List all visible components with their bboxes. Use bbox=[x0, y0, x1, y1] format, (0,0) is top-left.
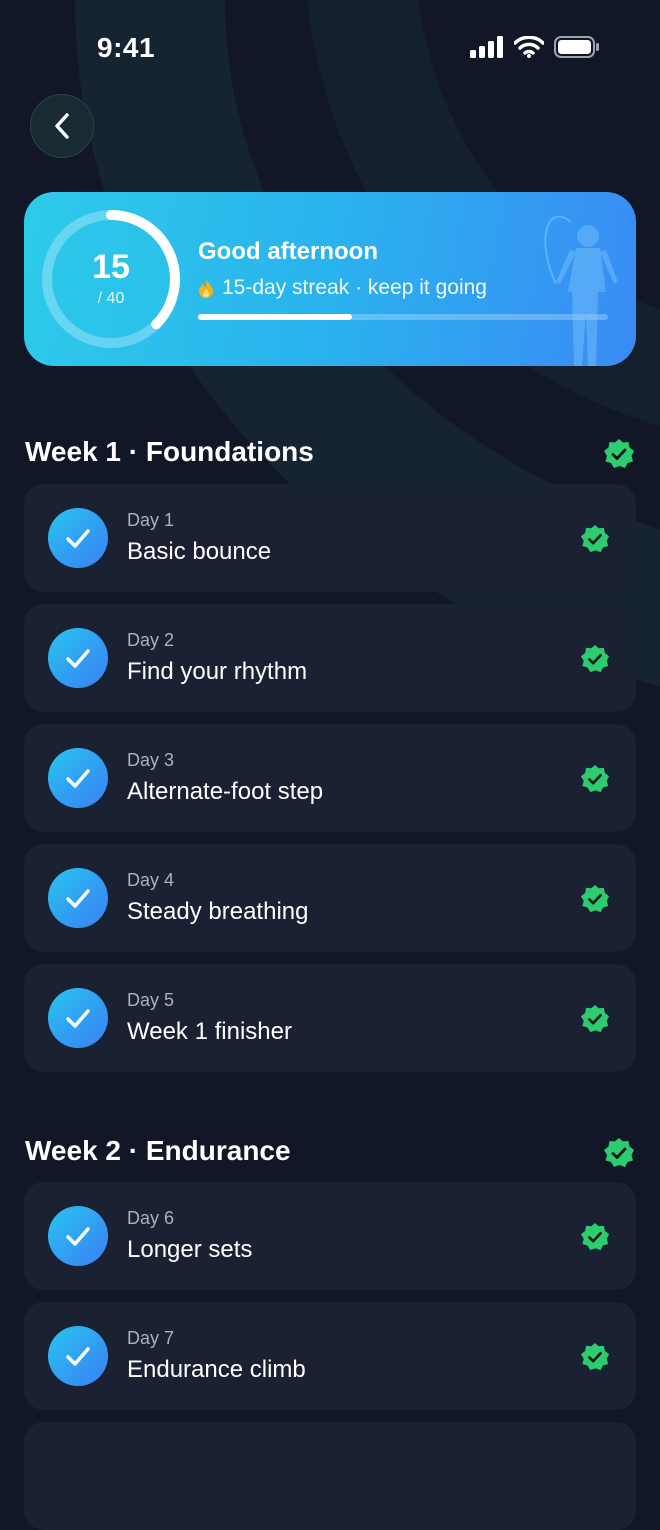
day-complete-indicator bbox=[48, 868, 108, 928]
day-card-6[interactable]: Day 6 Longer sets bbox=[24, 1182, 636, 1290]
day-label: Day 1 bbox=[127, 510, 175, 530]
streak-line: 15-day streak · keep it going bbox=[198, 276, 487, 300]
day-card-3[interactable]: Day 3 Alternate-foot step bbox=[24, 724, 636, 832]
day-label: Day 3 bbox=[127, 750, 175, 770]
day-label: Day 5 bbox=[127, 990, 175, 1010]
day-card-5[interactable]: Day 5 Week 1 finisher bbox=[24, 964, 636, 1072]
day-title: Longer sets bbox=[127, 1236, 253, 1263]
day-title: Steady breathing bbox=[127, 898, 309, 925]
completed-days-count: 15 bbox=[92, 248, 130, 286]
checkmark-icon bbox=[66, 889, 90, 908]
verified-badge-icon bbox=[580, 1342, 610, 1371]
jump-rope-figure-icon bbox=[544, 215, 618, 366]
day-label: Day 4 bbox=[127, 870, 175, 890]
day-card-next-partial[interactable] bbox=[24, 1422, 636, 1530]
verified-badge-icon bbox=[580, 524, 610, 553]
day-title: Basic bounce bbox=[127, 538, 272, 565]
checkmark-icon bbox=[66, 1009, 90, 1028]
day-complete-indicator bbox=[48, 748, 108, 808]
week-1-header: Week 1 · Foundations bbox=[25, 436, 314, 467]
day-title: Alternate-foot step bbox=[127, 778, 324, 805]
day-card-1[interactable]: Day 1 Basic bounce bbox=[24, 484, 636, 592]
day-title: Week 1 finisher bbox=[127, 1018, 292, 1045]
verified-badge-icon bbox=[580, 644, 610, 673]
verified-badge-icon bbox=[580, 764, 610, 793]
day-title: Endurance climb bbox=[127, 1356, 306, 1383]
streak-text: 15-day streak · keep it going bbox=[222, 276, 487, 299]
day-card-4[interactable]: Day 4 Steady breathing bbox=[24, 844, 636, 952]
progress-bar-fill bbox=[198, 314, 352, 320]
day-complete-indicator bbox=[48, 1326, 108, 1386]
day-complete-indicator bbox=[48, 508, 108, 568]
flame-icon bbox=[198, 278, 214, 298]
day-card-2[interactable]: Day 2 Find your rhythm bbox=[24, 604, 636, 712]
back-button[interactable] bbox=[30, 94, 94, 158]
status-bar: 9:41 bbox=[0, 0, 660, 96]
verified-badge-icon bbox=[580, 884, 610, 913]
progress-hero-card: 15 / 40 Good afternoon 15-day streak · k… bbox=[24, 192, 636, 366]
day-title: Find your rhythm bbox=[127, 658, 308, 685]
checkmark-icon bbox=[66, 529, 90, 548]
chevron-left-icon bbox=[55, 113, 69, 139]
day-label: Day 6 bbox=[127, 1208, 175, 1228]
total-days-count: / 40 bbox=[97, 290, 125, 307]
signal-icon bbox=[470, 36, 503, 58]
verified-badge-icon bbox=[580, 1222, 610, 1251]
verified-badge-icon bbox=[580, 1004, 610, 1033]
day-complete-indicator bbox=[48, 628, 108, 688]
greeting-text: Good afternoon bbox=[198, 238, 378, 265]
day-label: Day 7 bbox=[127, 1328, 175, 1348]
checkmark-icon bbox=[66, 1347, 90, 1366]
status-time: 9:41 bbox=[97, 32, 156, 63]
day-complete-indicator bbox=[48, 988, 108, 1048]
verified-badge-icon bbox=[604, 1138, 634, 1167]
checkmark-icon bbox=[66, 1227, 90, 1246]
checkmark-icon bbox=[66, 769, 90, 788]
checkmark-icon bbox=[66, 649, 90, 668]
day-card-7[interactable]: Day 7 Endurance climb bbox=[24, 1302, 636, 1410]
battery-icon bbox=[554, 36, 599, 58]
status-icons bbox=[470, 36, 600, 58]
week-2-header: Week 2 · Endurance bbox=[25, 1135, 291, 1166]
wifi-icon bbox=[514, 36, 544, 58]
day-label: Day 2 bbox=[127, 630, 175, 650]
day-complete-indicator bbox=[48, 1206, 108, 1266]
verified-badge-icon bbox=[604, 439, 634, 468]
